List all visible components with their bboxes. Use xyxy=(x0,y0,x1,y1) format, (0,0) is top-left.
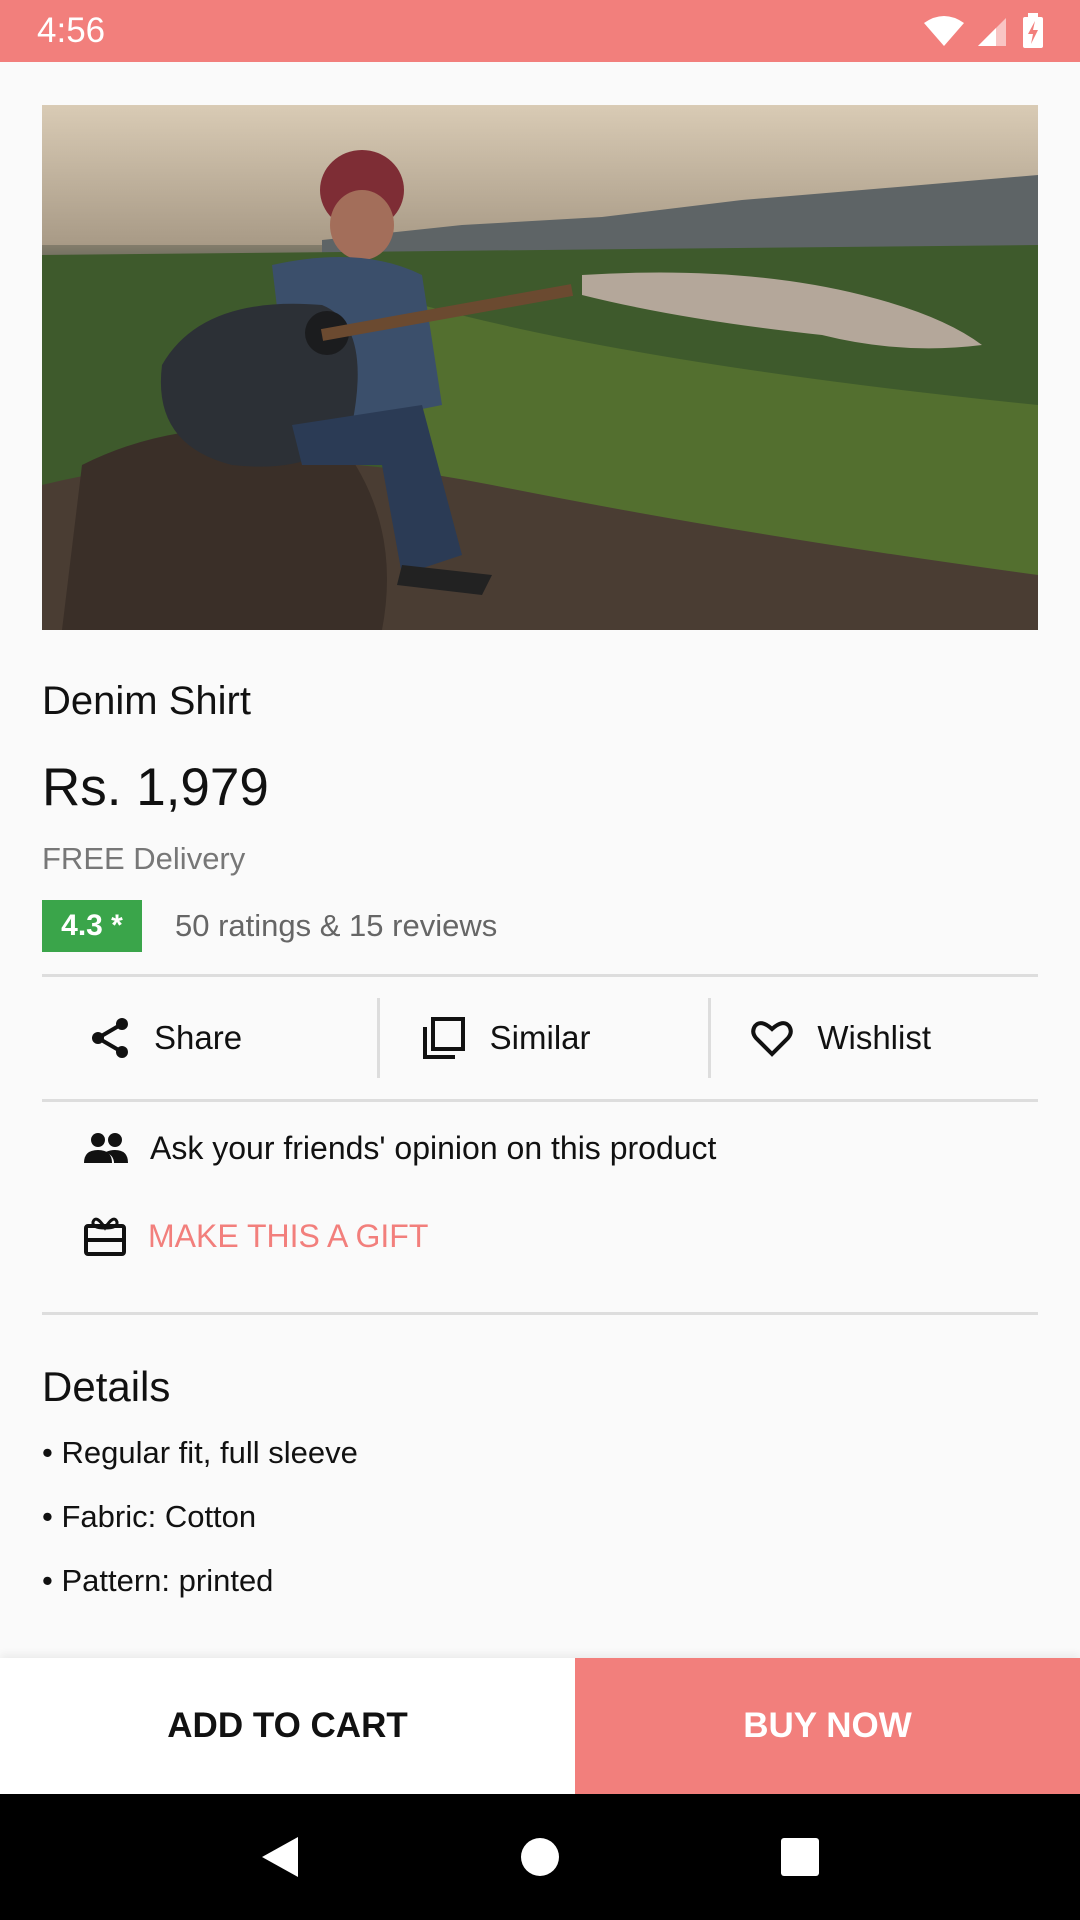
home-circle-icon xyxy=(521,1838,559,1876)
detail-line: • Fabric: Cotton xyxy=(42,1499,257,1534)
ratings-count[interactable]: 50 ratings & 15 reviews xyxy=(175,908,497,944)
share-button[interactable]: Share xyxy=(42,998,377,1078)
product-image[interactable] xyxy=(42,105,1038,630)
details-title: Details xyxy=(42,1363,171,1410)
add-to-cart-button[interactable]: ADD TO CART xyxy=(0,1658,575,1794)
action-bar: Share Similar Wishlist xyxy=(42,977,1038,1099)
heart-icon xyxy=(751,1021,794,1057)
product-content: Denim Shirt Rs. 1,979 FREE Delivery 4.3 … xyxy=(42,62,1038,1601)
purchase-bar: ADD TO CART BUY NOW xyxy=(0,1658,1080,1794)
divider xyxy=(42,1312,1038,1315)
detail-line: • Regular fit, full sleeve xyxy=(42,1435,358,1470)
rating-badge: 4.3 * xyxy=(42,900,142,952)
similar-icon xyxy=(422,1017,465,1059)
status-bar: 4:56 xyxy=(0,0,1080,62)
rating-row: 4.3 * 50 ratings & 15 reviews xyxy=(42,900,1038,952)
divider xyxy=(42,1099,1038,1102)
buy-now-button[interactable]: BUY NOW xyxy=(575,1658,1080,1794)
share-label: Share xyxy=(154,1019,243,1056)
back-triangle-icon xyxy=(262,1837,298,1877)
wishlist-label: Wishlist xyxy=(817,1019,932,1056)
recents-button[interactable] xyxy=(770,1827,830,1887)
product-photo xyxy=(42,105,1038,630)
back-button[interactable] xyxy=(250,1827,310,1887)
wishlist-button[interactable]: Wishlist xyxy=(708,998,1038,1078)
make-gift-row[interactable]: MAKE THIS A GIFT xyxy=(42,1192,1038,1280)
share-icon xyxy=(92,1018,128,1058)
battery-charging-icon xyxy=(1023,13,1043,48)
home-button[interactable] xyxy=(510,1827,570,1887)
gift-card-icon xyxy=(84,1217,126,1256)
ask-friends-row[interactable]: Ask your friends' opinion on this produc… xyxy=(42,1104,1038,1192)
make-gift-label: MAKE THIS A GIFT xyxy=(148,1217,429,1254)
delivery-info: FREE Delivery xyxy=(42,841,246,876)
similar-label: Similar xyxy=(489,1019,591,1056)
similar-button[interactable]: Similar xyxy=(376,998,709,1078)
people-icon xyxy=(84,1133,128,1163)
recents-square-icon xyxy=(781,1838,819,1876)
ask-friends-label: Ask your friends' opinion on this produc… xyxy=(150,1129,717,1166)
status-icons xyxy=(924,13,1044,49)
product-title: Denim Shirt xyxy=(42,679,251,723)
wifi-icon xyxy=(924,16,964,46)
signal-icon xyxy=(978,18,1006,46)
detail-line: • Pattern: printed xyxy=(42,1563,274,1598)
product-price: Rs. 1,979 xyxy=(42,758,269,817)
system-nav-bar xyxy=(0,1794,1080,1920)
status-time: 4:56 xyxy=(37,11,106,50)
